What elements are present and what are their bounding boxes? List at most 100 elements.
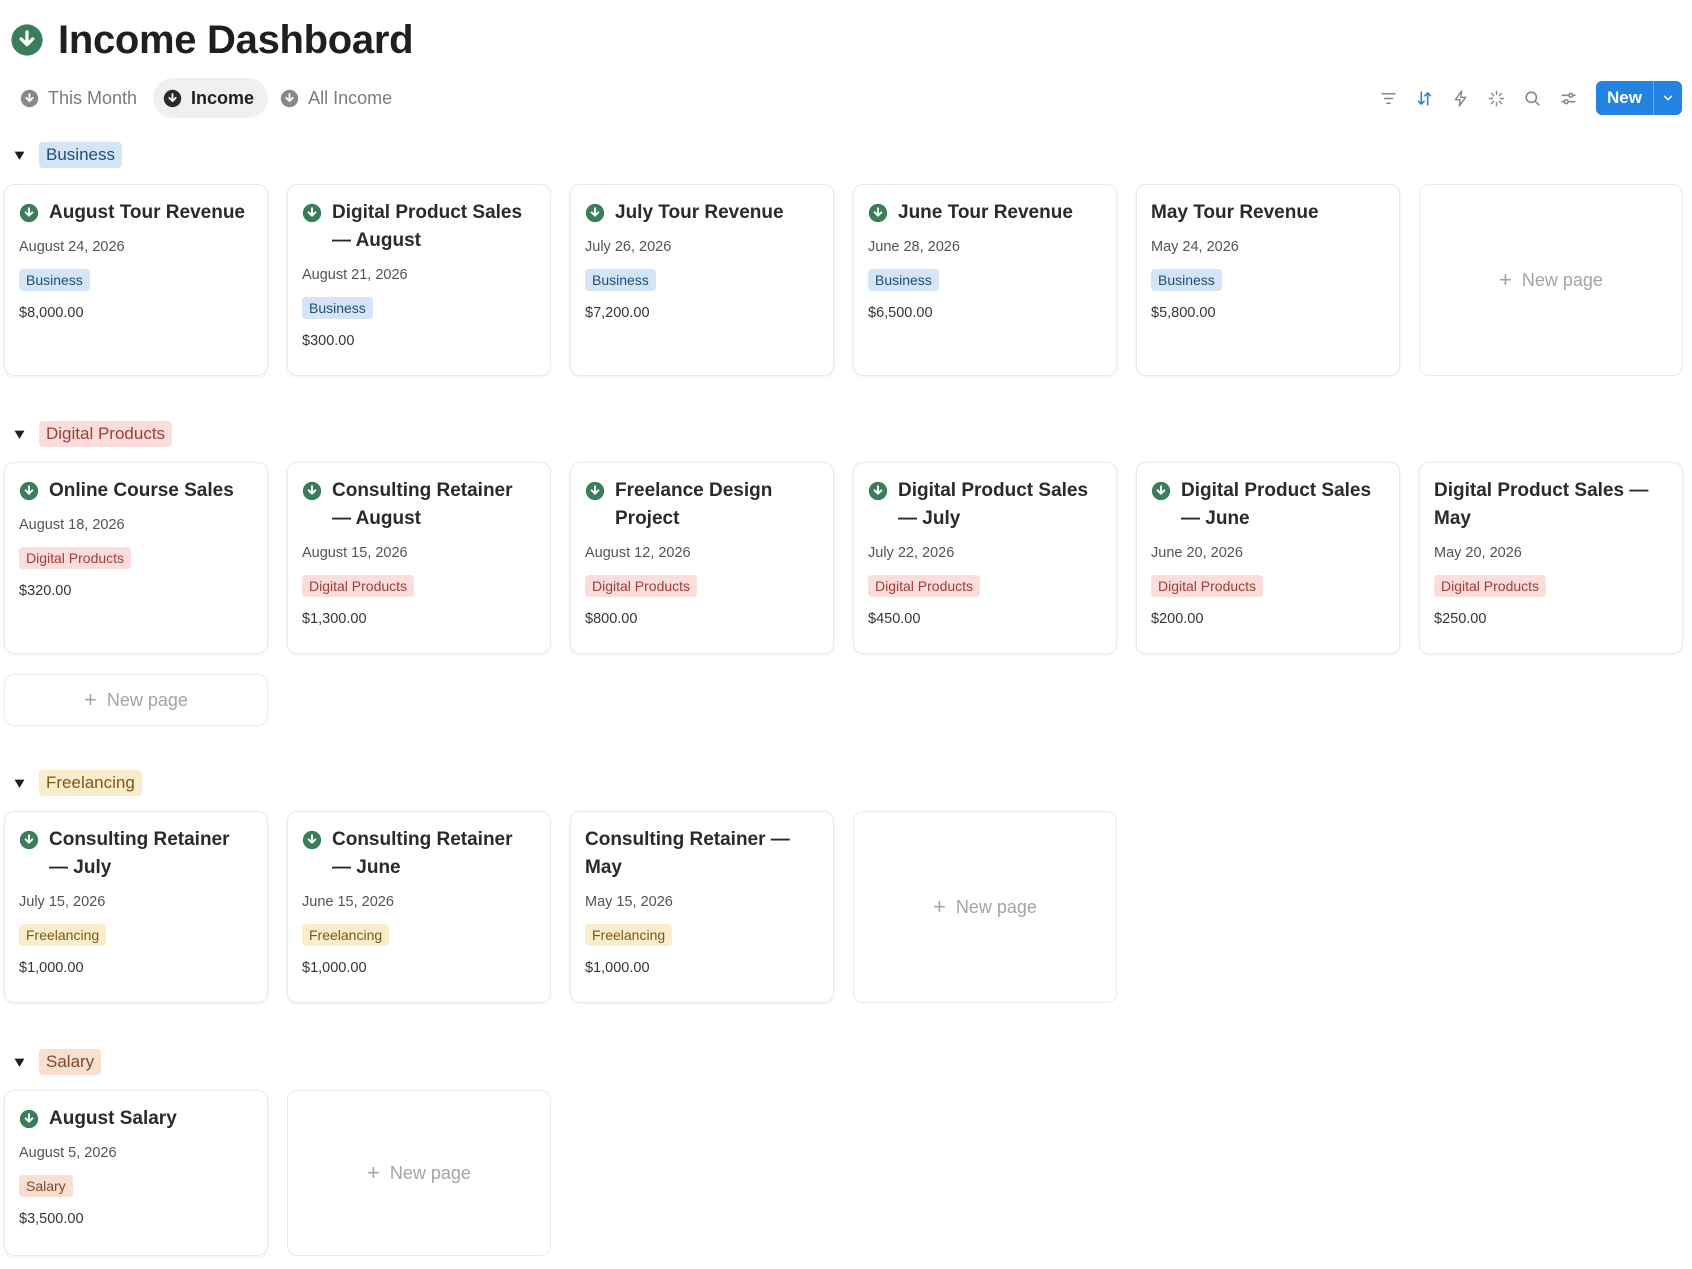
sort-button[interactable] bbox=[1406, 80, 1442, 116]
category-tag: Freelancing bbox=[302, 924, 390, 946]
card-title-row: Consulting Retainer — June bbox=[302, 826, 536, 882]
category-tag: Business bbox=[302, 297, 373, 319]
new-button[interactable]: New bbox=[1596, 81, 1653, 115]
new-page-button[interactable]: + New page bbox=[287, 1090, 551, 1256]
income-card[interactable]: Consulting Retainer — July July 15, 2026 F… bbox=[4, 811, 268, 1003]
tab-all-income[interactable]: All Income bbox=[270, 78, 406, 118]
download-circle-icon bbox=[280, 89, 299, 107]
card-title-row: Online Course Sales bbox=[19, 477, 253, 505]
card-date: May 15, 2026 bbox=[585, 894, 673, 910]
income-card[interactable]: May Tour Revenue May 24, 2026 Business $5,8… bbox=[1136, 184, 1400, 376]
group-label[interactable]: Freelancing bbox=[39, 770, 142, 796]
income-card[interactable]: August Salary August 5, 2026 Salary $3,500.… bbox=[4, 1090, 268, 1256]
plus-icon: + bbox=[84, 687, 97, 712]
card-title: Digital Product Sales — May bbox=[1434, 480, 1649, 529]
card-title: Consulting Retainer — June bbox=[332, 829, 513, 878]
group-label[interactable]: Business bbox=[39, 142, 122, 168]
filter-button[interactable] bbox=[1370, 80, 1406, 116]
sort-icon bbox=[1417, 90, 1431, 106]
income-card[interactable]: Digital Product Sales — August August 21,… bbox=[287, 184, 551, 376]
category-tag: Digital Products bbox=[585, 575, 698, 597]
card-title-row: Consulting Retainer — August bbox=[302, 477, 536, 533]
download-circle-icon bbox=[585, 481, 605, 501]
new-page-button[interactable]: + New page bbox=[4, 674, 268, 726]
card-amount: $300.00 bbox=[302, 333, 355, 349]
download-circle-icon bbox=[302, 203, 322, 223]
category-tag: Digital Products bbox=[868, 575, 981, 597]
income-card[interactable]: Freelance Design Project August 12, 2026 D… bbox=[570, 462, 834, 654]
card-title: August Salary bbox=[49, 1108, 177, 1129]
new-page-label: New page bbox=[955, 896, 1037, 917]
collapse-toggle-icon[interactable] bbox=[14, 778, 25, 789]
group-header-business: Business bbox=[14, 142, 122, 168]
tab-label: All Income bbox=[308, 87, 393, 108]
card-amount: $450.00 bbox=[868, 611, 921, 627]
settings-button[interactable] bbox=[1550, 80, 1586, 116]
card-title-row: August Tour Revenue bbox=[19, 199, 253, 227]
card-date: July 26, 2026 bbox=[585, 239, 672, 255]
income-card[interactable]: August Tour Revenue August 24, 2026 Busine… bbox=[4, 184, 268, 376]
income-card[interactable]: Digital Product Sales — June June 20, 202… bbox=[1136, 462, 1400, 654]
category-tag: Digital Products bbox=[19, 547, 132, 569]
card-title: Consulting Retainer — August bbox=[332, 480, 513, 529]
card-title-row: July Tour Revenue bbox=[585, 199, 819, 227]
group-header-salary: Salary bbox=[14, 1049, 102, 1075]
chevron-down-icon bbox=[1663, 95, 1673, 101]
tab-label: This Month bbox=[48, 87, 138, 108]
income-card[interactable]: Consulting Retainer — June June 15, 2026 F… bbox=[287, 811, 551, 1003]
collapse-toggle-icon[interactable] bbox=[14, 429, 25, 440]
card-date: July 22, 2026 bbox=[868, 545, 955, 561]
card-amount: $800.00 bbox=[585, 611, 638, 627]
card-title-row: Digital Product Sales — May bbox=[1434, 477, 1668, 533]
category-tag: Freelancing bbox=[19, 924, 107, 946]
card-title-row: Consulting Retainer — May bbox=[585, 826, 819, 882]
card-date: August 5, 2026 bbox=[19, 1145, 117, 1161]
new-dropdown-button[interactable] bbox=[1653, 81, 1682, 115]
download-circle-icon bbox=[19, 481, 39, 501]
automation-button[interactable] bbox=[1442, 80, 1478, 116]
download-circle-icon bbox=[585, 203, 605, 223]
tab-income[interactable]: Income bbox=[153, 78, 269, 118]
collapse-toggle-icon[interactable] bbox=[14, 150, 25, 161]
card-date: June 28, 2026 bbox=[868, 239, 960, 255]
card-title: Digital Product Sales — June bbox=[1181, 480, 1372, 529]
income-card[interactable]: Digital Product Sales — May May 20, 2026 D… bbox=[1419, 462, 1683, 654]
income-card[interactable]: Consulting Retainer — August August 15, 2… bbox=[287, 462, 551, 654]
income-card[interactable]: June Tour Revenue June 28, 2026 Business $6… bbox=[853, 184, 1117, 376]
category-tag: Business bbox=[868, 269, 939, 291]
new-page-button[interactable]: + New page bbox=[853, 811, 1117, 1003]
card-title-row: Consulting Retainer — July bbox=[19, 826, 253, 882]
card-date: June 20, 2026 bbox=[1151, 545, 1243, 561]
collapse-toggle-icon[interactable] bbox=[14, 1057, 25, 1068]
filter-icon bbox=[1380, 92, 1396, 104]
card-title: July Tour Revenue bbox=[615, 202, 784, 223]
tab-this-month[interactable]: This Month bbox=[10, 78, 151, 118]
card-title-row: Digital Product Sales — July bbox=[868, 477, 1102, 533]
income-card[interactable]: Consulting Retainer — May May 15, 2026 Fre… bbox=[570, 811, 834, 1003]
card-amount: $1,000.00 bbox=[302, 960, 367, 976]
card-date: August 12, 2026 bbox=[585, 545, 691, 561]
card-title-row: Digital Product Sales — August bbox=[302, 199, 536, 255]
income-card[interactable]: Online Course Sales August 18, 2026 Digita… bbox=[4, 462, 268, 654]
card-date: June 15, 2026 bbox=[302, 894, 394, 910]
group-label[interactable]: Digital Products bbox=[39, 421, 173, 447]
new-page-button[interactable]: + New page bbox=[1419, 184, 1683, 376]
download-circle-icon bbox=[20, 89, 39, 107]
income-card[interactable]: July Tour Revenue July 26, 2026 Business $7… bbox=[570, 184, 834, 376]
category-tag: Digital Products bbox=[302, 575, 415, 597]
card-title-row: Digital Product Sales — June bbox=[1151, 477, 1385, 533]
ai-button[interactable] bbox=[1478, 80, 1514, 116]
search-button[interactable] bbox=[1514, 80, 1550, 116]
card-title: Digital Product Sales — August bbox=[332, 202, 523, 251]
card-date: May 24, 2026 bbox=[1151, 239, 1239, 255]
group-label[interactable]: Salary bbox=[39, 1049, 102, 1075]
new-button-group: New bbox=[1596, 81, 1682, 115]
group-header-digital-products: Digital Products bbox=[14, 421, 173, 447]
card-amount: $6,500.00 bbox=[868, 305, 933, 321]
card-amount: $1,000.00 bbox=[19, 960, 84, 976]
download-circle-icon bbox=[868, 203, 888, 223]
automation-icon bbox=[1454, 89, 1466, 107]
card-title: Freelance Design Project bbox=[615, 480, 773, 529]
income-card[interactable]: Digital Product Sales — July July 22, 202… bbox=[853, 462, 1117, 654]
card-amount: $8,000.00 bbox=[19, 305, 84, 321]
